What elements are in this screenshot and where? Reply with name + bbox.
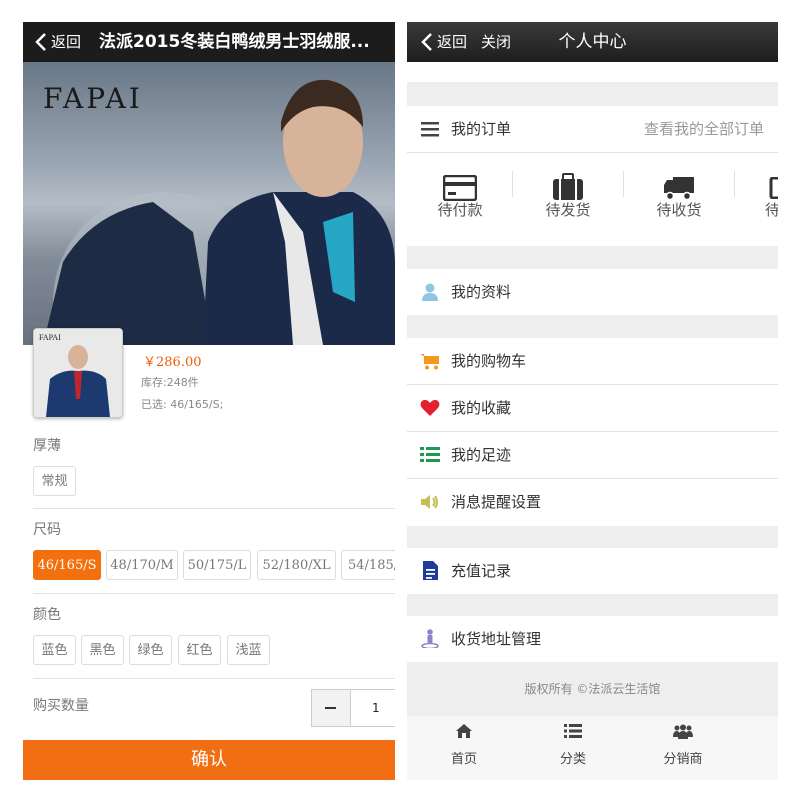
user-icon bbox=[422, 283, 438, 301]
menu-item-label: 我的购物车 bbox=[451, 352, 527, 370]
color-label: 颜色 bbox=[33, 607, 61, 623]
quantity-stepper: 1 bbox=[311, 689, 395, 727]
menu-item-profile[interactable]: 我的资料 bbox=[407, 269, 778, 315]
size-option-48-170-m[interactable]: 48/170/M bbox=[106, 550, 178, 580]
suitcase-icon bbox=[553, 173, 583, 200]
color-option-blue[interactable]: 蓝色 bbox=[33, 635, 76, 665]
color-option-red[interactable]: 红色 bbox=[178, 635, 221, 665]
bottom-tab-bar: 首页 分类 分销商 bbox=[407, 716, 778, 780]
menu-item-label: 我的收藏 bbox=[451, 399, 512, 417]
product-hero-image[interactable]: FAPAI bbox=[23, 62, 395, 345]
right-nav-bar: 返回 关闭 个人中心 bbox=[407, 22, 778, 62]
truck-icon bbox=[664, 177, 694, 201]
my-orders-label: 我的订单 bbox=[451, 120, 512, 138]
orders-card: 我的订单 查看我的全部订单 待付款 待发货 待收货 待 bbox=[407, 106, 778, 246]
size-option-46-165-s[interactable]: 46/165/S bbox=[33, 550, 101, 580]
view-all-orders-link[interactable]: 查看我的全部订单 bbox=[644, 106, 764, 152]
product-price: ￥286.00 bbox=[143, 355, 202, 370]
menu-item-cart[interactable]: 我的购物车 bbox=[407, 338, 778, 384]
divider bbox=[623, 171, 624, 197]
thickness-option-regular[interactable]: 常规 bbox=[33, 466, 76, 496]
size-label: 尺码 bbox=[33, 522, 61, 538]
menu-item-address[interactable]: 收货地址管理 bbox=[407, 616, 778, 662]
card-icon bbox=[443, 175, 477, 201]
confirm-button[interactable]: 确认 bbox=[23, 740, 395, 780]
menu-item-label: 收货地址管理 bbox=[451, 630, 542, 648]
size-option-52-180-xl[interactable]: 52/180/XL bbox=[257, 550, 336, 580]
thickness-label: 厚薄 bbox=[33, 438, 61, 454]
size-option-50-175-l[interactable]: 50/175/L bbox=[183, 550, 251, 580]
minus-icon bbox=[325, 707, 336, 709]
size-option-54-185[interactable]: 54/185/ bbox=[341, 550, 395, 580]
menu-item-label: 我的资料 bbox=[451, 283, 512, 301]
menu-item-history[interactable]: 我的足迹 bbox=[407, 432, 778, 478]
page-title: 法派2015冬装白鸭绒男士羽绒服... bbox=[99, 32, 370, 52]
menu-item-notifications[interactable]: 消息提醒设置 bbox=[407, 479, 778, 525]
product-thumbnail: FAPAI bbox=[33, 328, 123, 418]
tab-label: 首页 bbox=[450, 752, 477, 767]
order-status-pending-receipt[interactable]: 待收货 bbox=[634, 153, 724, 246]
location-person-icon bbox=[421, 629, 439, 648]
top-strip bbox=[407, 62, 778, 82]
home-icon bbox=[456, 724, 472, 738]
divider bbox=[33, 678, 395, 679]
tab-label: 分类 bbox=[559, 752, 586, 767]
order-status-label: 待付款 bbox=[437, 201, 483, 219]
list-icon bbox=[564, 724, 582, 738]
speaker-icon bbox=[421, 495, 438, 509]
divider bbox=[512, 171, 513, 197]
brand-logo: FAPAI bbox=[43, 82, 143, 115]
review-icon bbox=[769, 177, 778, 199]
color-option-black[interactable]: 黑色 bbox=[81, 635, 124, 665]
order-status-pending-shipment[interactable]: 待发货 bbox=[523, 153, 613, 246]
menu-item-label: 我的足迹 bbox=[451, 446, 512, 464]
cart-icon bbox=[420, 354, 439, 370]
order-status-label: 待 bbox=[765, 201, 778, 219]
chevron-left-icon bbox=[35, 33, 46, 51]
quantity-label: 购买数量 bbox=[33, 698, 89, 714]
product-stock: 库存:248件 bbox=[141, 376, 199, 389]
user-center-screen: 返回 关闭 个人中心 我的订单 查看我的全部订单 待付款 待发货 待收货 待 我… bbox=[407, 22, 778, 780]
color-option-green[interactable]: 绿色 bbox=[129, 635, 172, 665]
order-status-bar: 待付款 待发货 待收货 待 bbox=[407, 153, 778, 246]
divider bbox=[734, 171, 735, 197]
back-label: 返回 bbox=[51, 33, 82, 51]
menu-item-recharge[interactable]: 充值记录 bbox=[407, 548, 778, 594]
selected-spec: 已选: 46/165/S; bbox=[141, 398, 224, 411]
order-status-label: 待收货 bbox=[656, 201, 702, 219]
thumbnail-image: FAPAI bbox=[34, 329, 122, 417]
back-button[interactable]: 返回 bbox=[35, 22, 95, 62]
product-options-screen: 返回 法派2015冬装白鸭绒男士羽绒服... FAPAI FAPAI ￥286.… bbox=[23, 22, 395, 780]
quantity-decrease-button[interactable] bbox=[312, 690, 351, 726]
menu-item-favorites[interactable]: 我的收藏 bbox=[407, 385, 778, 431]
order-status-pending-payment[interactable]: 待付款 bbox=[415, 153, 505, 246]
list-icon bbox=[420, 447, 440, 462]
menu-item-label: 消息提醒设置 bbox=[451, 493, 542, 511]
quantity-input[interactable]: 1 bbox=[372, 690, 380, 726]
group-icon bbox=[673, 724, 693, 739]
menu-item-label: 充值记录 bbox=[451, 562, 512, 580]
menu-icon bbox=[421, 122, 439, 137]
copyright-text: 版权所有 ©法派云生活馆 bbox=[524, 682, 661, 696]
color-option-light-blue[interactable]: 浅蓝 bbox=[227, 635, 270, 665]
heart-icon bbox=[420, 399, 440, 416]
document-icon bbox=[423, 561, 438, 580]
page-title: 个人中心 bbox=[558, 32, 627, 52]
order-status-pending-review[interactable]: 待 bbox=[745, 153, 778, 246]
order-status-label: 待发货 bbox=[545, 201, 591, 219]
my-orders-row[interactable]: 我的订单 查看我的全部订单 bbox=[407, 106, 778, 152]
divider bbox=[33, 593, 395, 594]
tab-label: 分销商 bbox=[663, 752, 703, 767]
svg-text:FAPAI: FAPAI bbox=[39, 333, 61, 342]
divider bbox=[33, 508, 395, 509]
left-nav-bar: 返回 法派2015冬装白鸭绒男士羽绒服... bbox=[23, 22, 395, 62]
